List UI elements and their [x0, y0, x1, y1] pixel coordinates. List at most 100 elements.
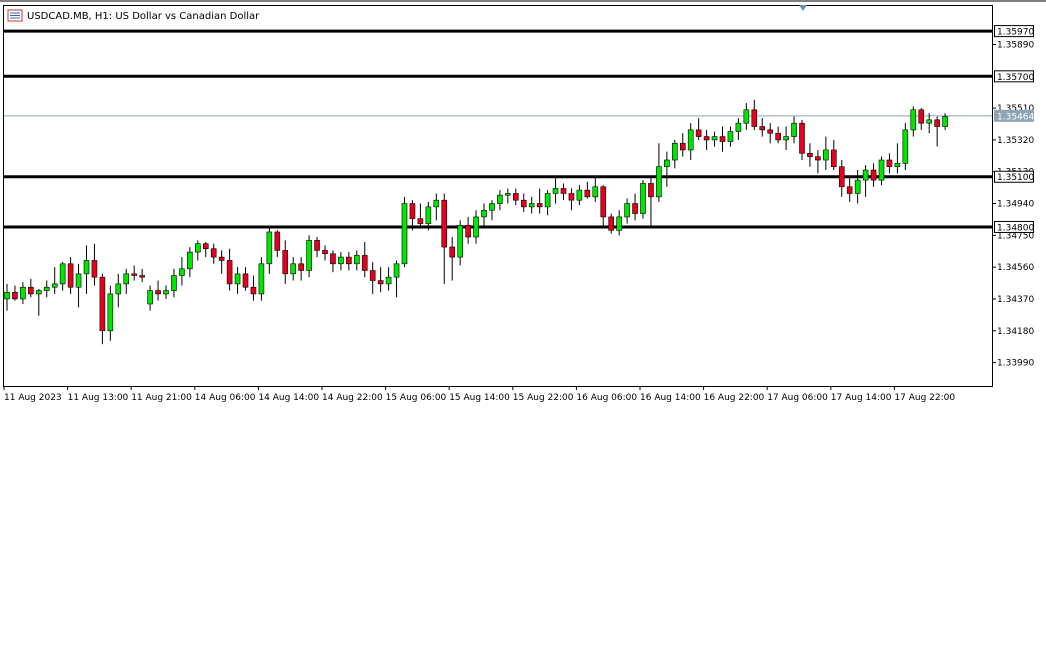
candle-body	[854, 179, 861, 194]
candle-body	[520, 199, 527, 208]
candle-body	[767, 129, 774, 134]
candle-body	[862, 169, 869, 181]
candle-body	[282, 250, 289, 275]
candle-body	[99, 276, 106, 332]
candle-body	[695, 129, 702, 137]
candle-body	[823, 149, 829, 161]
y-tick-label: 1.34180	[997, 327, 1034, 337]
x-tick-label: 17 Aug 14:00	[831, 393, 892, 403]
candle-body	[266, 231, 273, 265]
candle-body	[497, 194, 503, 204]
chart-window: 1.33990 1.34180 1.34370 1.34560 1.34750 1.349…	[0, 0, 1046, 410]
y-tick-label: 1.34370	[997, 295, 1034, 305]
x-tick-label: 15 Aug 06:00	[386, 393, 447, 403]
candle-body	[846, 186, 853, 194]
candle-body	[4, 291, 10, 300]
candle-body	[67, 263, 74, 288]
candle-body	[870, 169, 877, 181]
candle-body	[75, 273, 82, 288]
candle-body	[274, 231, 281, 251]
candle-body	[775, 132, 781, 141]
candle-body	[83, 260, 90, 275]
candle-body	[568, 193, 575, 201]
x-tick-label: 17 Aug 06:00	[767, 393, 828, 403]
candlestick-chart[interactable]: 1.339901.341801.343701.345601.347501.349…	[0, 0, 1046, 410]
candle-body	[751, 109, 758, 127]
x-tick-label: 14 Aug 14:00	[258, 393, 319, 403]
x-tick-label: 14 Aug 06:00	[195, 393, 256, 403]
candle-body	[250, 286, 257, 295]
candle-body	[759, 126, 766, 131]
candle-body	[934, 119, 940, 127]
candle-body	[322, 250, 328, 255]
candle-body	[616, 216, 622, 231]
candle-body	[807, 153, 813, 157]
candle-body	[369, 270, 376, 281]
candle-body	[544, 193, 551, 208]
candle-body	[608, 216, 615, 231]
candle-body	[338, 256, 344, 265]
candle-body	[12, 291, 18, 300]
candle-body	[640, 183, 646, 214]
candle-body	[791, 122, 797, 137]
candle-body	[918, 109, 925, 124]
x-tick-label: 17 Aug 22:00	[894, 393, 955, 403]
candle	[640, 180, 646, 219]
candle-body	[298, 263, 304, 271]
candle-body	[441, 199, 448, 248]
candle-body	[107, 293, 114, 332]
candle-body	[43, 286, 50, 291]
candle-body	[528, 203, 535, 208]
candle-body	[449, 246, 456, 258]
candle-body	[91, 260, 98, 278]
candle-body	[131, 273, 137, 276]
candle-body	[664, 159, 670, 168]
candle-body	[465, 224, 471, 238]
candle-body	[926, 119, 933, 124]
x-tick-label: 11 Aug 13:00	[68, 393, 129, 403]
candle-body	[894, 163, 901, 168]
x-tick-label: 11 Aug 2023	[4, 393, 62, 403]
candle-body	[735, 122, 742, 132]
candle-body	[902, 129, 909, 164]
candle-body	[592, 186, 599, 198]
candle-body	[679, 142, 686, 151]
candle-body	[393, 263, 400, 278]
candle-body	[187, 251, 193, 270]
candle-body	[155, 290, 161, 295]
x-tick-label: 15 Aug 22:00	[513, 393, 574, 403]
chart-window-icon	[7, 9, 23, 22]
candle-body	[743, 109, 750, 124]
candle-body	[20, 286, 26, 300]
candle-body	[353, 255, 360, 265]
chart-title: USDCAD.MB, H1: US Dollar vs Canadian Dol…	[27, 11, 260, 22]
candle-body	[584, 189, 591, 198]
candle-body	[51, 283, 58, 288]
candle-body	[147, 290, 153, 305]
candle-body	[417, 218, 424, 224]
y-tick-label: 1.33990	[997, 359, 1034, 369]
candle-body	[401, 203, 408, 265]
candle-body	[195, 243, 201, 253]
candle-body	[783, 136, 789, 141]
candle-body	[35, 290, 42, 295]
candle-body	[425, 206, 432, 224]
candle-body	[242, 273, 249, 288]
candle-body	[210, 248, 217, 258]
candle-body	[942, 116, 948, 127]
candle-body	[346, 256, 352, 265]
candle-body	[838, 166, 845, 188]
x-tick-label: 11 Aug 21:00	[131, 393, 192, 403]
candle-body	[457, 224, 463, 258]
candle-body	[600, 186, 607, 218]
candle-body	[536, 203, 543, 208]
candle-body	[202, 243, 209, 250]
candle-body	[290, 263, 297, 275]
horizontal-level-label: 1.35100	[997, 173, 1034, 183]
x-tick-label: 15 Aug 14:00	[449, 393, 510, 403]
candle-body	[656, 166, 662, 198]
candle-body	[473, 216, 479, 238]
candle-body	[576, 189, 583, 201]
candle-body	[314, 240, 320, 251]
y-axis: 1.339901.341801.343701.345601.347501.349…	[992, 41, 1034, 369]
